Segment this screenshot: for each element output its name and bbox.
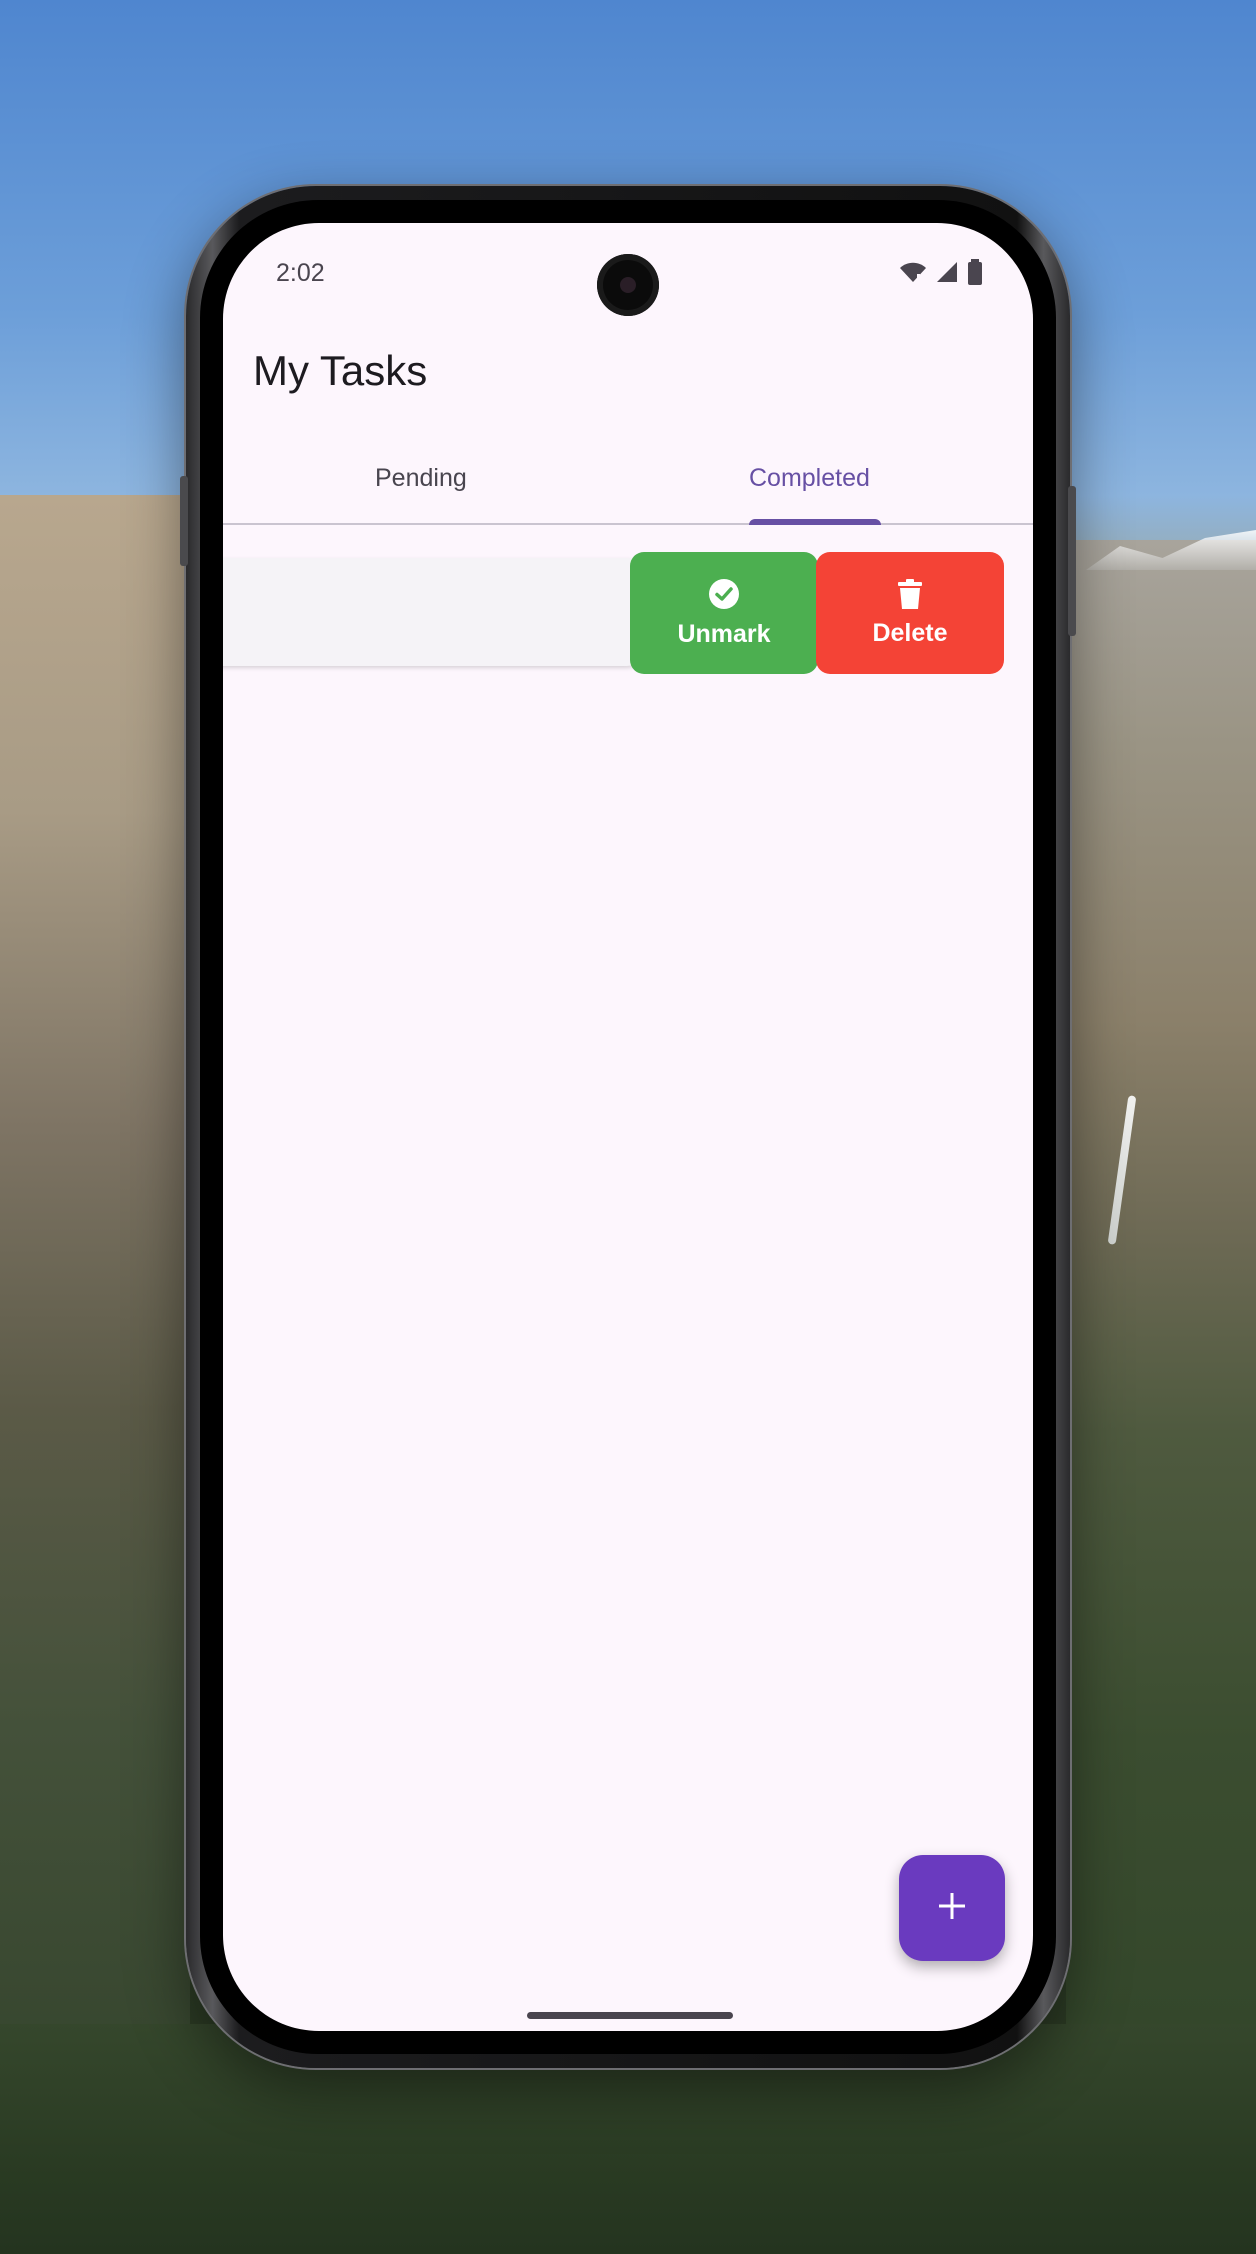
add-task-button[interactable] — [899, 1855, 1005, 1961]
delete-button[interactable]: Delete — [816, 552, 1004, 674]
tab-indicator — [749, 519, 881, 525]
unmark-button[interactable]: Unmark — [630, 552, 818, 674]
home-indicator[interactable] — [527, 2012, 733, 2019]
page-title: My Tasks — [253, 347, 428, 394]
delete-label: Delete — [872, 618, 948, 647]
trash-icon — [898, 578, 922, 609]
wallpaper-cliff-right — [1066, 540, 1256, 2254]
task-card[interactable] — [223, 558, 643, 666]
side-button — [1068, 486, 1076, 636]
wifi-icon — [899, 260, 927, 289]
status-icons — [899, 258, 983, 290]
phone-frame: 2:02 My Tasks Pending Completed Unmark D… — [180, 186, 1076, 2068]
plus-icon — [937, 1891, 967, 1926]
front-camera — [597, 254, 659, 316]
tab-completed[interactable]: Completed — [659, 449, 1033, 525]
check-circle-icon — [708, 578, 740, 610]
wallpaper-cliff-left — [0, 495, 190, 2254]
tab-pending-label: Pending — [375, 463, 467, 492]
unmark-label: Unmark — [677, 619, 771, 648]
side-button — [180, 476, 188, 566]
battery-icon — [967, 258, 983, 290]
status-bar: 2:02 — [223, 223, 1033, 323]
screen: 2:02 My Tasks Pending Completed Unmark D… — [223, 223, 1033, 2031]
signal-icon — [935, 260, 959, 289]
status-time: 2:02 — [276, 259, 325, 287]
tab-bar: Pending Completed — [223, 449, 1033, 525]
tab-completed-label: Completed — [749, 463, 870, 492]
tab-pending[interactable]: Pending — [223, 449, 659, 523]
